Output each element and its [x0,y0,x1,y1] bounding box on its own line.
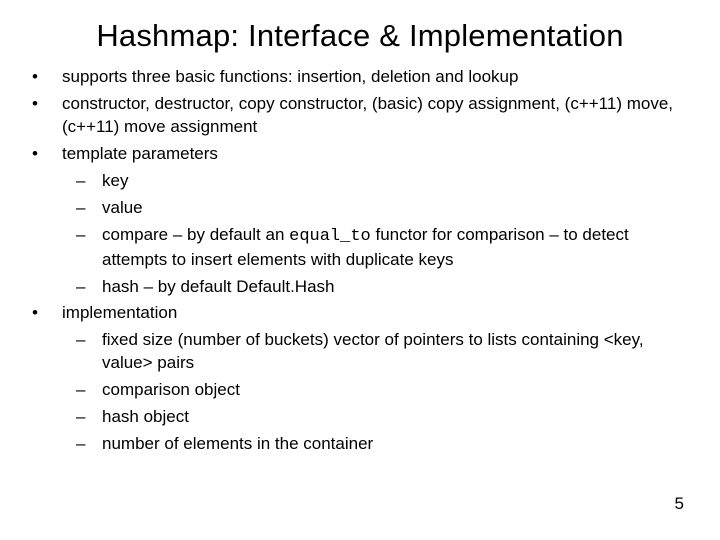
bullet-text: template parameters [62,144,218,163]
bullet-text: compare – by default an [102,225,289,244]
list-item: hash – by default Default.Hash [62,276,692,299]
list-item: key [62,170,692,193]
sub-list: key value compare – by default an equal_… [62,170,692,299]
bullet-text: key [102,171,128,190]
list-item: number of elements in the container [62,433,692,456]
bullet-text: hash object [102,407,189,426]
page-number: 5 [675,494,684,514]
code-text: equal_to [289,227,371,246]
list-item: constructor, destructor, copy constructo… [28,93,692,139]
bullet-text: comparison object [102,380,240,399]
list-item: supports three basic functions: insertio… [28,66,692,89]
slide: Hashmap: Interface & Implementation supp… [0,0,720,540]
bullet-list: supports three basic functions: insertio… [28,66,692,456]
list-item: hash object [62,406,692,429]
list-item: fixed size (number of buckets) vector of… [62,329,692,375]
bullet-text: number of elements in the container [102,434,373,453]
bullet-text: supports three basic functions: insertio… [62,67,518,86]
bullet-text: constructor, destructor, copy constructo… [62,94,673,136]
list-item: template parameters key value compare – … [28,143,692,299]
list-item: comparison object [62,379,692,402]
list-item: value [62,197,692,220]
list-item: compare – by default an equal_to functor… [62,224,692,272]
sub-list: fixed size (number of buckets) vector of… [62,329,692,456]
slide-title: Hashmap: Interface & Implementation [28,18,692,54]
bullet-text: value [102,198,143,217]
bullet-text: implementation [62,303,177,322]
bullet-text: hash – by default Default.Hash [102,277,334,296]
list-item: implementation fixed size (number of buc… [28,302,692,456]
bullet-text: fixed size (number of buckets) vector of… [102,330,644,372]
